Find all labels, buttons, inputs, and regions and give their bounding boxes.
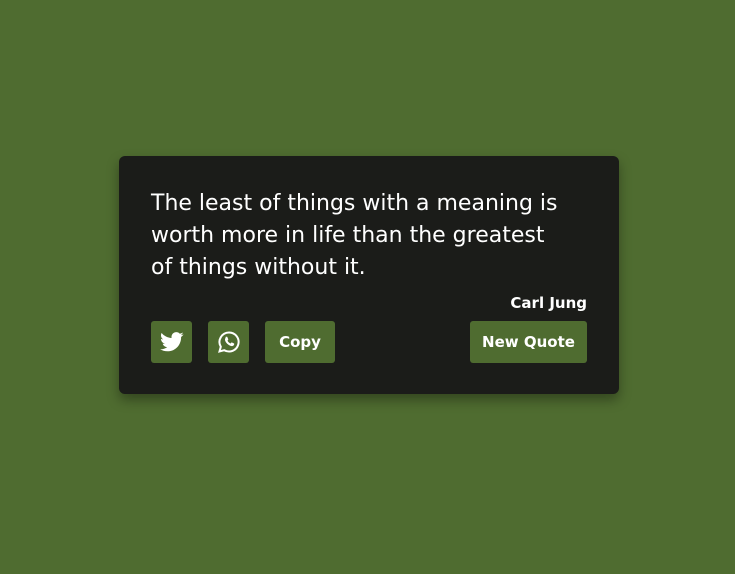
twitter-share-button[interactable] [151, 321, 192, 363]
quote-text: The least of things with a meaning is wo… [151, 191, 558, 280]
whatsapp-share-button[interactable] [208, 321, 249, 363]
quote-card: The least of things with a meaning is wo… [119, 156, 619, 394]
twitter-icon [159, 332, 184, 352]
quote-author: Carl Jung [510, 294, 587, 312]
new-quote-button[interactable]: New Quote [470, 321, 587, 363]
copy-button[interactable]: Copy [265, 321, 335, 363]
whatsapp-icon [217, 330, 241, 354]
